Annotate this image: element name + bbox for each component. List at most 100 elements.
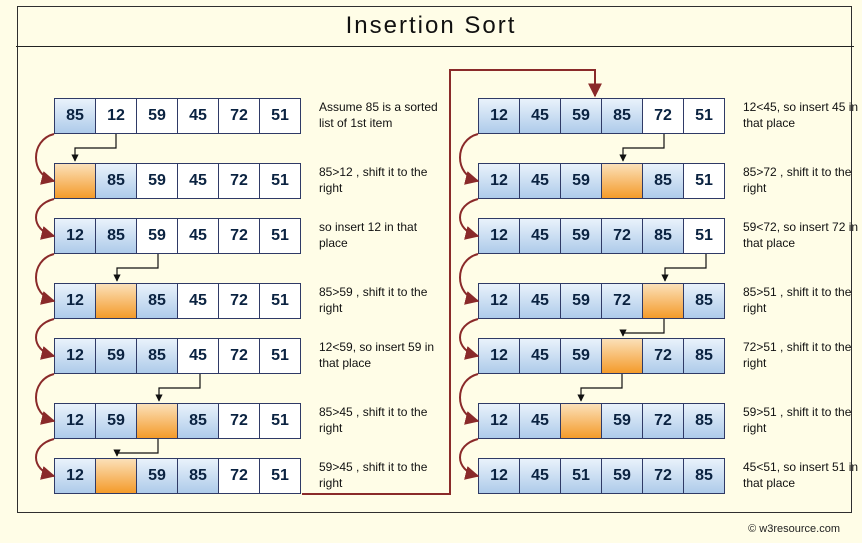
cell-0 xyxy=(54,163,96,199)
cell-2: 59 xyxy=(560,163,602,199)
cell-3: 85 xyxy=(177,458,219,494)
cell-4: 72 xyxy=(642,403,684,439)
cell-0: 12 xyxy=(478,98,520,134)
cell-5: 51 xyxy=(259,338,301,374)
cell-3: 45 xyxy=(177,338,219,374)
cell-5: 51 xyxy=(259,458,301,494)
cell-4: 72 xyxy=(218,458,260,494)
cell-0: 85 xyxy=(54,98,96,134)
cell-1 xyxy=(95,458,137,494)
cell-5: 51 xyxy=(259,163,301,199)
cell-1: 85 xyxy=(95,218,137,254)
cell-0: 12 xyxy=(478,338,520,374)
cell-1: 12 xyxy=(95,98,137,134)
cell-0: 12 xyxy=(54,218,96,254)
cells: 8559457251 xyxy=(54,163,301,199)
right-step-4: 1245597285 72>51 , shift it to the right xyxy=(478,338,862,374)
caption: 59>45 , shift it to the right xyxy=(319,460,449,491)
right-step-6: 124551597285 45<51, so insert 51 in that … xyxy=(478,458,862,494)
left-step-0: 851259457251 Assume 85 is a sorted list o… xyxy=(54,98,449,134)
cell-0: 12 xyxy=(54,458,96,494)
cell-5: 85 xyxy=(683,458,725,494)
left-step-1: 8559457251 85>12 , shift it to the right xyxy=(54,163,449,199)
diagram-frame: Insertion Sort 851259457251Assume 85 is … xyxy=(0,0,862,543)
caption: 85>51 , shift it to the right xyxy=(743,285,862,316)
cell-0: 12 xyxy=(54,283,96,319)
title-divider xyxy=(16,46,854,47)
cell-2: 85 xyxy=(136,338,178,374)
cells: 12 59857251 xyxy=(54,458,301,494)
cell-1: 45 xyxy=(519,163,561,199)
caption: so insert 12 in that place xyxy=(319,220,449,251)
right-step-1: 124559855185>72 , shift it to the right xyxy=(478,163,862,199)
cell-0: 12 xyxy=(54,338,96,374)
cell-2: 59 xyxy=(136,458,178,494)
cell-4: 72 xyxy=(218,163,260,199)
cell-3 xyxy=(601,338,643,374)
cell-5: 85 xyxy=(683,338,725,374)
cell-1: 45 xyxy=(519,98,561,134)
cells: 125985457251 xyxy=(54,338,301,374)
cell-1: 45 xyxy=(519,458,561,494)
cells: 1245598551 xyxy=(478,163,725,199)
cell-2 xyxy=(136,403,178,439)
caption: 85>45 , shift it to the right xyxy=(319,405,449,436)
cells: 124559857251 xyxy=(478,98,725,134)
caption: 12<45, so insert 45 in that place xyxy=(743,100,862,131)
caption: 85>72 , shift it to the right xyxy=(743,165,862,196)
left-step-5: 1259857251 85>45 , shift it to the right xyxy=(54,403,449,439)
caption: 85>59 , shift it to the right xyxy=(319,285,449,316)
cells: 851259457251 xyxy=(54,98,301,134)
cell-4: 85 xyxy=(642,163,684,199)
cell-5: 85 xyxy=(683,403,725,439)
cell-0: 12 xyxy=(478,403,520,439)
right-step-2: 124559728551 59<72, so insert 72 in that … xyxy=(478,218,862,254)
cell-1 xyxy=(95,283,137,319)
cell-1: 45 xyxy=(519,403,561,439)
left-step-3: 128545725185>59 , shift it to the right xyxy=(54,283,449,319)
cell-2: 59 xyxy=(560,218,602,254)
caption: 85>12 , shift it to the right xyxy=(319,165,449,196)
cells: 124551597285 xyxy=(478,458,725,494)
cell-2: 85 xyxy=(136,283,178,319)
cell-4: 72 xyxy=(218,98,260,134)
cell-4: 72 xyxy=(218,403,260,439)
cell-3: 72 xyxy=(601,218,643,254)
cell-1: 45 xyxy=(519,218,561,254)
cells: 1259857251 xyxy=(54,403,301,439)
caption: Assume 85 is a sorted list of 1st item xyxy=(319,100,449,131)
cell-3: 45 xyxy=(177,283,219,319)
cell-3: 85 xyxy=(177,403,219,439)
cell-1: 45 xyxy=(519,338,561,374)
cell-5: 51 xyxy=(683,163,725,199)
cell-3: 85 xyxy=(601,98,643,134)
cell-4: 72 xyxy=(218,218,260,254)
cell-3: 59 xyxy=(601,403,643,439)
cell-4: 72 xyxy=(642,98,684,134)
cell-2: 59 xyxy=(560,98,602,134)
cell-5: 51 xyxy=(259,98,301,134)
cell-4: 72 xyxy=(642,338,684,374)
cell-5: 51 xyxy=(683,218,725,254)
left-step-6: 12 59857251 59>45 , shift it to the right xyxy=(54,458,449,494)
cell-0: 12 xyxy=(478,218,520,254)
cell-3: 45 xyxy=(177,163,219,199)
cell-3: 45 xyxy=(177,98,219,134)
cells: 124559728551 xyxy=(478,218,725,254)
caption: 59<72, so insert 72 in that place xyxy=(743,220,862,251)
cells: 1245597285 xyxy=(478,338,725,374)
cell-4: 72 xyxy=(218,283,260,319)
cell-5: 51 xyxy=(259,218,301,254)
cell-3: 45 xyxy=(177,218,219,254)
caption: 45<51, so insert 51 in that place xyxy=(743,460,862,491)
cells: 1245 597285 xyxy=(478,403,725,439)
right-step-5: 124559728559>51 , shift it to the right xyxy=(478,403,862,439)
cell-3 xyxy=(601,163,643,199)
cell-5: 51 xyxy=(683,98,725,134)
caption: 72>51 , shift it to the right xyxy=(743,340,862,371)
cells: 1245597285 xyxy=(478,283,725,319)
cell-0: 12 xyxy=(478,283,520,319)
cells: 128559457251 xyxy=(54,218,301,254)
cell-2: 59 xyxy=(560,283,602,319)
cell-1: 45 xyxy=(519,283,561,319)
